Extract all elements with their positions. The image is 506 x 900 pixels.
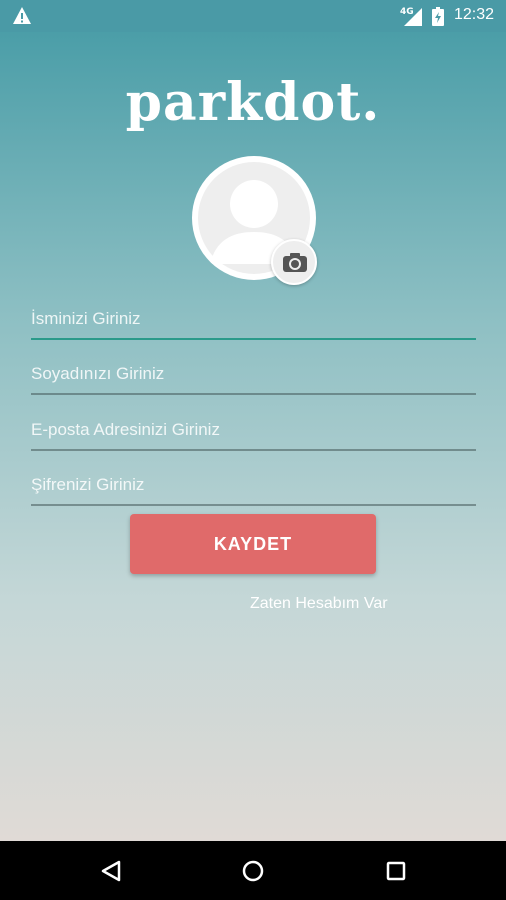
status-bar: 4G 12:32	[0, 0, 506, 32]
email-field[interactable]	[31, 411, 476, 451]
password-field[interactable]	[31, 466, 476, 506]
first-name-input[interactable]	[31, 300, 476, 338]
email-underline	[31, 449, 476, 451]
last-name-field[interactable]	[31, 355, 476, 395]
app-logo: parkdot.	[125, 72, 381, 133]
back-icon[interactable]	[100, 860, 122, 882]
login-link[interactable]: Zaten Hesabım Var	[250, 595, 388, 613]
password-input[interactable]	[31, 466, 476, 504]
password-underline	[31, 504, 476, 506]
warning-icon	[13, 7, 31, 24]
email-input[interactable]	[31, 411, 476, 449]
save-button[interactable]: KAYDET	[130, 514, 376, 574]
battery-icon	[432, 7, 444, 26]
last-name-input[interactable]	[31, 355, 476, 393]
first-name-underline	[31, 338, 476, 340]
register-screen: parkdot. KAYDET Zaten Hesabım Var	[0, 32, 506, 841]
signal-icon	[404, 8, 422, 26]
navigation-bar	[0, 841, 506, 900]
camera-icon	[283, 253, 307, 272]
status-clock: 12:32	[454, 6, 495, 23]
change-photo-button[interactable]	[271, 239, 317, 285]
recents-icon[interactable]	[385, 860, 407, 882]
home-icon[interactable]	[242, 860, 264, 882]
first-name-field[interactable]	[31, 300, 476, 340]
last-name-underline	[31, 393, 476, 395]
